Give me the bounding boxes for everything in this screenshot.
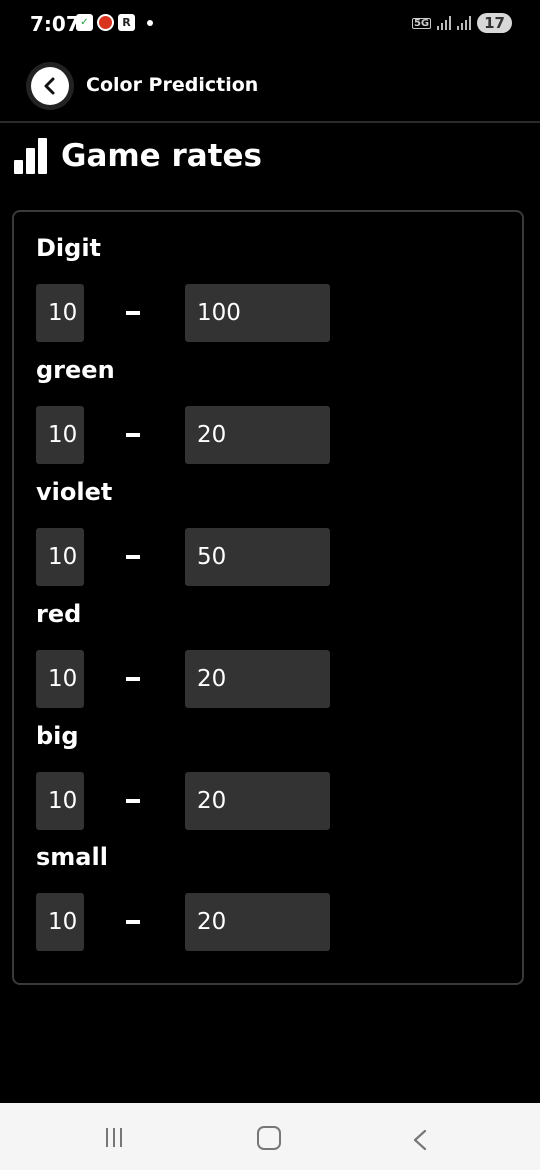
rate-min-field[interactable]: 10 <box>36 893 84 951</box>
bar-chart-icon <box>14 138 47 174</box>
recent-apps-icon[interactable] <box>106 1128 122 1147</box>
rate-label: green <box>36 356 115 384</box>
range-dash <box>126 555 140 559</box>
rate-label: red <box>36 600 82 628</box>
rate-max-field[interactable]: 20 <box>185 893 330 951</box>
rate-label: small <box>36 843 108 871</box>
check-notification-icon: ✓ <box>76 14 93 31</box>
status-time: 7:07 <box>30 12 80 36</box>
rate-item-violet: violet 10 50 <box>36 478 330 586</box>
range-dash <box>126 799 140 803</box>
back-button[interactable] <box>26 62 74 110</box>
rate-min-field[interactable]: 10 <box>36 406 84 464</box>
rate-max-field[interactable]: 20 <box>185 406 330 464</box>
game-rates-card: Digit 10 100 green 10 20 violet 10 50 re… <box>12 210 524 985</box>
rate-max-field[interactable]: 20 <box>185 650 330 708</box>
rate-item-digit: Digit 10 100 <box>36 234 330 342</box>
system-back-icon[interactable] <box>412 1129 428 1155</box>
header-divider <box>0 121 540 123</box>
rate-label: violet <box>36 478 113 506</box>
rate-min-field[interactable]: 10 <box>36 528 84 586</box>
rate-label: Digit <box>36 234 102 262</box>
home-icon[interactable] <box>257 1126 281 1150</box>
r-notification-icon: R <box>118 14 135 31</box>
rate-max-field[interactable]: 100 <box>185 284 330 342</box>
battery-level: 17 <box>477 13 512 33</box>
signal-icon <box>457 16 472 30</box>
rate-min-field[interactable]: 10 <box>36 650 84 708</box>
status-indicators: 5G 17 <box>411 13 512 33</box>
news-notification-icon <box>97 14 114 31</box>
rate-max-field[interactable]: 50 <box>185 528 330 586</box>
rate-label: big <box>36 722 79 750</box>
rate-item-small: small 10 20 <box>36 843 330 951</box>
status-bar: 7:07 ✓ R 5G 17 <box>0 0 540 50</box>
rate-item-red: red 10 20 <box>36 600 330 708</box>
range-dash <box>126 920 140 924</box>
app-title: Color Prediction <box>86 74 259 96</box>
range-dash <box>126 677 140 681</box>
system-nav-bar <box>0 1103 540 1170</box>
rate-item-green: green 10 20 <box>36 356 330 464</box>
page-title: Game rates <box>61 138 262 174</box>
range-dash <box>126 433 140 437</box>
notification-icons: ✓ R <box>76 14 153 31</box>
rate-min-field[interactable]: 10 <box>36 772 84 830</box>
more-notifications-dot-icon <box>147 19 153 26</box>
range-dash <box>126 311 140 315</box>
back-arrow-icon <box>31 67 69 105</box>
page-heading: Game rates <box>14 138 262 174</box>
rate-min-field[interactable]: 10 <box>36 284 84 342</box>
rate-item-big: big 10 20 <box>36 722 330 830</box>
rate-max-field[interactable]: 20 <box>185 772 330 830</box>
signal-icon <box>437 16 452 30</box>
app-bar: Color Prediction <box>0 52 540 122</box>
network-type-label: 5G <box>411 17 432 29</box>
